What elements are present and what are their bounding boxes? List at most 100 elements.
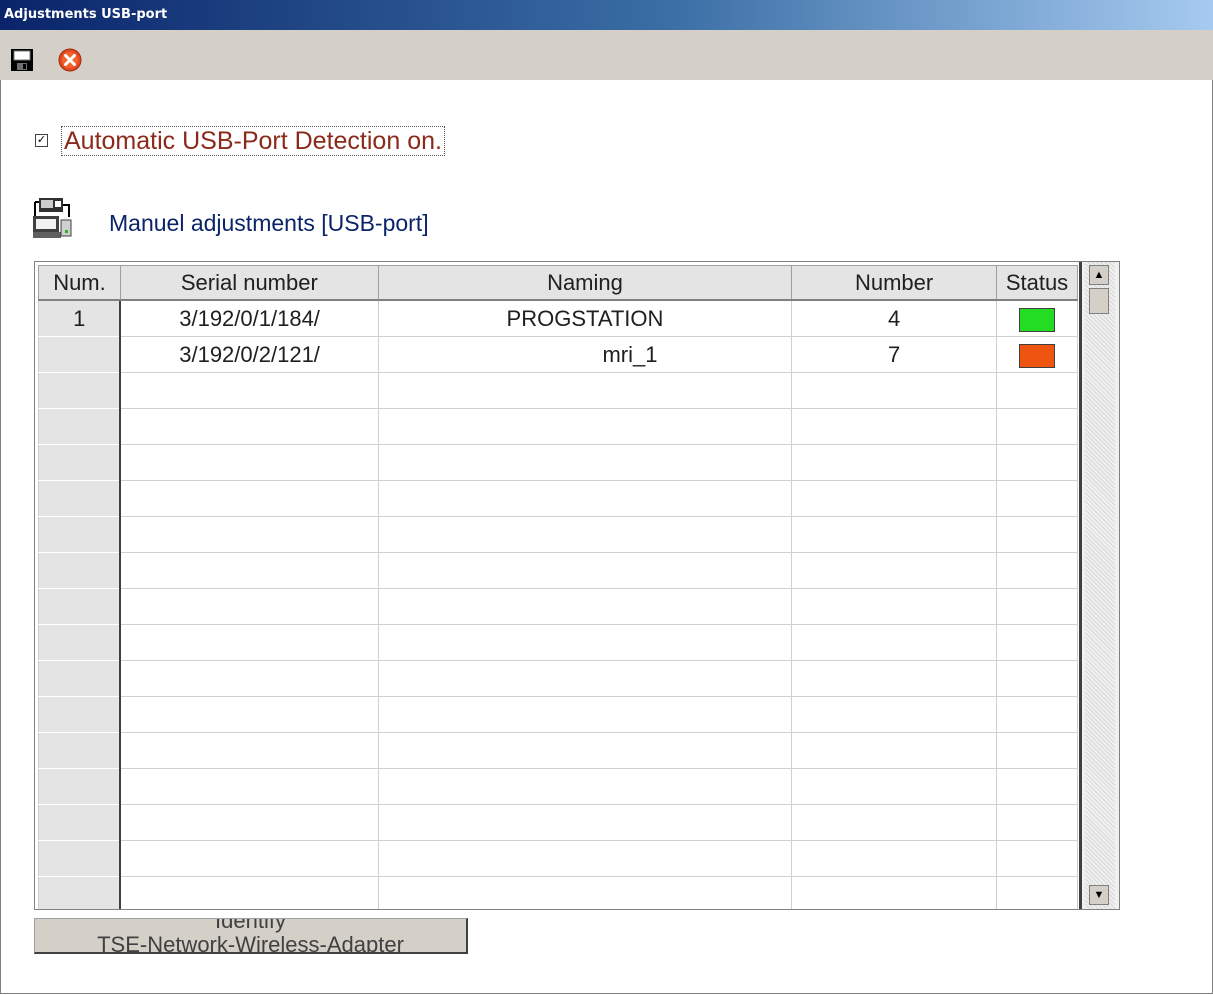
- empty-cell[interactable]: [119, 732, 379, 769]
- empty-cell[interactable]: [38, 696, 122, 733]
- empty-cell[interactable]: [996, 696, 1078, 733]
- empty-cell[interactable]: [38, 444, 122, 481]
- empty-cell[interactable]: [791, 372, 997, 409]
- empty-cell[interactable]: [377, 804, 793, 841]
- empty-cell[interactable]: [119, 660, 379, 697]
- empty-cell[interactable]: [791, 516, 997, 553]
- empty-cell[interactable]: [119, 624, 379, 661]
- column-header-num[interactable]: Num.: [38, 265, 121, 301]
- empty-cell[interactable]: [38, 804, 122, 841]
- table-row-empty[interactable]: [38, 516, 1078, 553]
- table-row-empty[interactable]: [38, 480, 1078, 517]
- row-serial[interactable]: 3/192/0/2/121/: [119, 336, 379, 373]
- empty-cell[interactable]: [791, 480, 997, 517]
- column-header-naming[interactable]: Naming: [377, 265, 793, 301]
- empty-cell[interactable]: [377, 732, 793, 769]
- empty-cell[interactable]: [377, 624, 793, 661]
- empty-cell[interactable]: [377, 876, 793, 909]
- empty-cell[interactable]: [996, 588, 1078, 625]
- empty-cell[interactable]: [996, 768, 1078, 805]
- empty-cell[interactable]: [119, 372, 379, 409]
- empty-cell[interactable]: [38, 552, 122, 589]
- empty-cell[interactable]: [38, 840, 122, 877]
- empty-cell[interactable]: [377, 660, 793, 697]
- empty-cell[interactable]: [996, 624, 1078, 661]
- empty-cell[interactable]: [119, 768, 379, 805]
- empty-cell[interactable]: [119, 552, 379, 589]
- scrollbar-thumb[interactable]: [1089, 288, 1109, 314]
- column-header-status[interactable]: Status: [996, 265, 1078, 301]
- empty-cell[interactable]: [377, 588, 793, 625]
- row-serial[interactable]: 3/192/0/1/184/: [119, 299, 379, 337]
- identify-adapter-button[interactable]: Identify TSE-Network-Wireless-Adapter: [34, 918, 468, 954]
- row-number[interactable]: 7: [791, 336, 997, 373]
- empty-cell[interactable]: [996, 408, 1078, 445]
- empty-cell[interactable]: [791, 444, 997, 481]
- empty-cell[interactable]: [996, 372, 1078, 409]
- empty-cell[interactable]: [791, 660, 997, 697]
- scroll-up-button[interactable]: ▲: [1089, 265, 1109, 285]
- empty-cell[interactable]: [996, 876, 1078, 909]
- empty-cell[interactable]: [377, 372, 793, 409]
- empty-cell[interactable]: [377, 552, 793, 589]
- row-status[interactable]: [996, 299, 1078, 337]
- empty-cell[interactable]: [791, 804, 997, 841]
- empty-cell[interactable]: [791, 696, 997, 733]
- empty-cell[interactable]: [377, 480, 793, 517]
- empty-cell[interactable]: [791, 588, 997, 625]
- empty-cell[interactable]: [996, 840, 1078, 877]
- column-header-number[interactable]: Number: [791, 265, 997, 301]
- empty-cell[interactable]: [791, 840, 997, 877]
- empty-cell[interactable]: [119, 480, 379, 517]
- empty-cell[interactable]: [38, 732, 122, 769]
- scroll-down-button[interactable]: ▼: [1089, 885, 1109, 905]
- empty-cell[interactable]: [38, 480, 122, 517]
- row-naming[interactable]: mri_1: [377, 336, 793, 373]
- empty-cell[interactable]: [38, 372, 122, 409]
- row-naming[interactable]: PROGSTATION: [377, 299, 793, 337]
- close-button[interactable]: [58, 48, 82, 72]
- table-row-empty[interactable]: [38, 804, 1078, 841]
- empty-cell[interactable]: [377, 840, 793, 877]
- empty-cell[interactable]: [119, 408, 379, 445]
- empty-cell[interactable]: [996, 804, 1078, 841]
- empty-cell[interactable]: [38, 588, 122, 625]
- column-header-serial[interactable]: Serial number: [119, 265, 379, 301]
- table-row-empty[interactable]: [38, 372, 1078, 409]
- table-row-empty[interactable]: [38, 660, 1078, 697]
- table-row-empty[interactable]: [38, 588, 1078, 625]
- table-row-empty[interactable]: [38, 732, 1078, 769]
- empty-cell[interactable]: [38, 516, 122, 553]
- empty-cell[interactable]: [119, 876, 379, 909]
- empty-cell[interactable]: [791, 732, 997, 769]
- vertical-scrollbar[interactable]: ▲ ▼: [1079, 262, 1119, 909]
- empty-cell[interactable]: [791, 408, 997, 445]
- table-row-empty[interactable]: [38, 696, 1078, 733]
- table-row-empty[interactable]: [38, 552, 1078, 589]
- empty-cell[interactable]: [38, 876, 122, 909]
- empty-cell[interactable]: [38, 660, 122, 697]
- empty-cell[interactable]: [996, 552, 1078, 589]
- table-row-empty[interactable]: [38, 768, 1078, 805]
- empty-cell[interactable]: [38, 624, 122, 661]
- table-row[interactable]: 1 3/192/0/1/184/ PROGSTATION 4: [38, 299, 1078, 337]
- empty-cell[interactable]: [377, 768, 793, 805]
- row-num[interactable]: [38, 336, 122, 373]
- table-row-empty[interactable]: [38, 408, 1078, 445]
- table-row-empty[interactable]: [38, 840, 1078, 877]
- auto-detect-checkbox[interactable]: ✓: [35, 134, 48, 147]
- empty-cell[interactable]: [377, 696, 793, 733]
- row-number[interactable]: 4: [791, 299, 997, 337]
- empty-cell[interactable]: [996, 732, 1078, 769]
- scrollbar-track[interactable]: [1085, 262, 1115, 909]
- empty-cell[interactable]: [996, 660, 1078, 697]
- empty-cell[interactable]: [791, 876, 997, 909]
- row-num[interactable]: 1: [38, 299, 122, 337]
- empty-cell[interactable]: [996, 444, 1078, 481]
- empty-cell[interactable]: [119, 516, 379, 553]
- row-status[interactable]: [996, 336, 1078, 373]
- save-button[interactable]: [10, 48, 34, 72]
- table-row-empty[interactable]: [38, 876, 1078, 909]
- empty-cell[interactable]: [38, 768, 122, 805]
- empty-cell[interactable]: [996, 480, 1078, 517]
